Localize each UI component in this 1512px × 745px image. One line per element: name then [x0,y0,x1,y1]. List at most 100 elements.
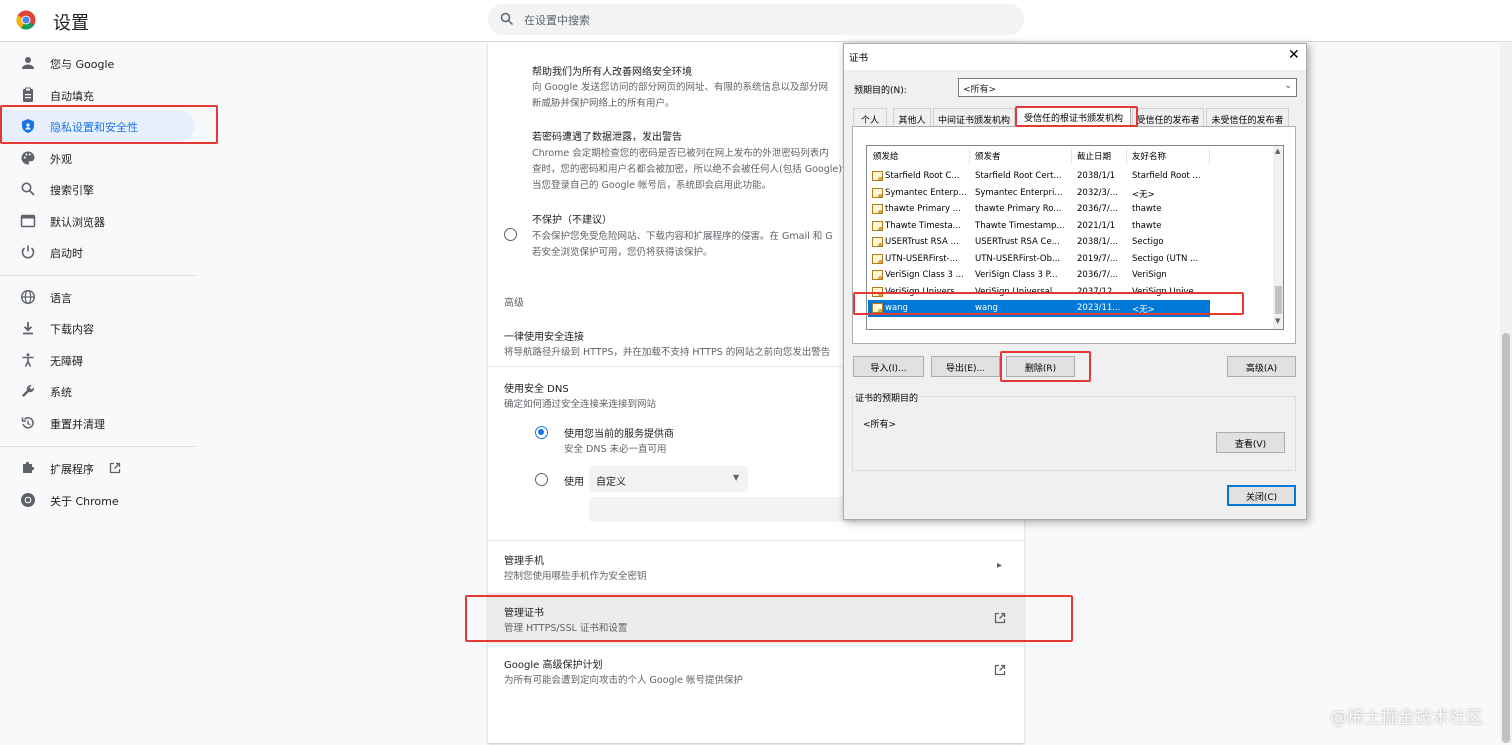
table-row[interactable]: UTN-USERFirst-... UTN-USERFirst-Ob... 2019… [868,251,1210,268]
cell-issued-to: thawte Primary ... [885,204,961,214]
help-improve-title: 帮助我们为所有人改善网络安全环境 [532,67,692,78]
dns-custom-radio[interactable] [535,473,548,486]
table-row[interactable]: Symantec Enterp... Symantec Enterpri... 20… [868,185,1210,202]
export-button[interactable]: 导出(E)... [931,356,1000,377]
sidebar-item-default-browser[interactable]: 默认浏览器 [0,205,195,237]
dns-provider-select[interactable]: 自定义 ▼ [589,466,748,492]
table-row[interactable]: Starfield Root C... Starfield Root Cert..… [868,168,1210,185]
cell-friendly: Sectigo (UTN ... [1132,253,1199,264]
table-row[interactable]: VeriSign Univers... VeriSign Universal ..… [868,284,1210,301]
chrome-logo-icon [16,10,36,30]
sidebar-item-appearance[interactable]: 外观 [0,142,195,174]
column-header-friendly-name[interactable]: 友好名称 [1132,150,1166,162]
cell-issued-to: VeriSign Univers... [885,286,963,297]
sidebar-item-you-and-google[interactable]: 您与 Google [0,47,195,79]
sidebar-item-search-engine[interactable]: 搜索引擎 [0,173,195,205]
sidebar-item-accessibility[interactable]: 无障碍 [0,344,195,376]
tab-trusted-publishers[interactable]: 受信任的发布者 [1132,108,1204,127]
cell-issuer: Thawte Timestamp... [975,220,1065,231]
scroll-down-icon[interactable]: ▼ [1275,317,1280,325]
sidebar-item-label: 语言 [50,292,72,305]
search-placeholder: 在设置中搜索 [524,14,590,27]
page-scrollbar-thumb[interactable] [1502,333,1510,743]
sidebar-item-languages[interactable]: 语言 [0,281,195,313]
wrench-icon [22,385,34,397]
certificate-icon [872,220,883,231]
cell-issuer: VeriSign Universal ... [975,286,1064,297]
sidebar-item-about-chrome[interactable]: 关于 Chrome [0,484,195,516]
tab-other-people[interactable]: 其他人 [893,108,931,127]
palette-icon [21,151,35,165]
dns-custom-input[interactable] [589,497,859,522]
sidebar-item-label: 无障碍 [50,355,83,368]
sidebar-item-label: 重置并清理 [50,418,105,431]
advanced-button[interactable]: 高级(A) [1227,356,1296,377]
column-header-issuer[interactable]: 颁发者 [975,150,1001,162]
sidebar-item-extensions[interactable]: 扩展程序 [0,452,195,484]
external-link-icon [994,664,1006,676]
column-header-expiration[interactable]: 截止日期 [1077,150,1111,162]
certificate-list[interactable]: 颁发给 颁发者 截止日期 友好名称 Starfield Root C... Sta… [866,145,1284,330]
chrome-icon [21,493,35,507]
manage-phones-row[interactable]: 管理手机 控制您使用哪些手机作为安全密钥 ▸ [488,541,1024,591]
tab-untrusted-publishers[interactable]: 未受信任的发布者 [1206,108,1289,127]
column-header-issued-to[interactable]: 颁发给 [873,150,899,162]
clipboard-icon [23,87,33,102]
sidebar-item-system[interactable]: 系统 [0,375,195,407]
cell-expires: 2036/7/... [1077,270,1118,280]
secure-dns-title: 使用安全 DNS [504,384,569,395]
sidebar-item-autofill[interactable]: 自动填充 [0,79,195,111]
dns-current-provider-radio[interactable] [535,426,548,439]
page-title: 设置 [53,13,89,34]
purpose-select[interactable]: <所有> ⌄ [958,78,1297,97]
sidebar-item-label: 自动填充 [50,90,94,103]
sidebar-item-on-startup[interactable]: 启动时 [0,236,195,268]
sidebar-item-privacy[interactable]: 隐私设置和安全性 [0,110,195,142]
table-row[interactable]: wang wang 2023/11... <无> [868,300,1210,317]
no-protection-radio[interactable] [504,228,517,241]
scroll-up-icon[interactable]: ▲ [1275,147,1280,155]
cell-expires: 2038/1/1 [1077,171,1116,181]
certificate-purposes-value: <所有> [863,420,897,430]
tab-trusted-root-ca[interactable]: 受信任的根证书颁发机构 [1016,106,1131,127]
page-scrollbar[interactable] [1500,43,1512,743]
sidebar-item-reset[interactable]: 重置并清理 [0,407,195,439]
table-row[interactable]: Thawte Timesta... Thawte Timestamp... 2021… [868,218,1210,235]
table-row[interactable]: USERTrust RSA ... USERTrust RSA Ce... 2038… [868,234,1210,251]
manage-certificates-row[interactable]: 管理证书 管理 HTTPS/SSL 证书和设置 [488,594,1024,644]
tab-intermediate-ca[interactable]: 中间证书颁发机构 [933,108,1015,127]
secure-dns-desc: 确定如何通过安全连接来连接到网站 [504,399,657,410]
list-scrollbar[interactable]: ▲ ▼ [1273,146,1283,329]
list-scrollbar-thumb[interactable] [1275,286,1282,314]
import-button[interactable]: 导入(I)... [853,356,924,377]
advanced-protection-desc: 为所有可能会遭到定向攻击的个人 Google 帐号提供保护 [504,675,744,686]
sidebar-item-label: 您与 Google [50,58,115,71]
advanced-section-header: 高级 [504,298,524,309]
cell-friendly: <无> [1132,189,1155,200]
shield-icon [22,119,34,133]
remove-button[interactable]: 删除(R) [1006,356,1075,377]
close-icon[interactable]: ✕ [1288,47,1300,63]
table-row[interactable]: VeriSign Class 3 ... VeriSign Class 3 P..… [868,267,1210,284]
cell-friendly: Sectigo [1132,237,1164,247]
tab-panel: 颁发给 颁发者 截止日期 友好名称 Starfield Root C... Sta… [852,126,1296,344]
sidebar-item-label: 启动时 [50,247,83,260]
cell-issued-to: Thawte Timesta... [885,220,961,231]
sidebar-item-downloads[interactable]: 下载内容 [0,312,195,344]
tab-personal[interactable]: 个人 [853,108,887,127]
close-button[interactable]: 关闭(C) [1227,485,1296,506]
search-input[interactable]: 在设置中搜索 [488,4,1024,35]
search-icon [21,182,35,196]
sidebar-item-label: 默认浏览器 [50,216,105,229]
view-button[interactable]: 查看(V) [1216,432,1285,453]
purpose-label: 预期目的(N): [854,86,907,96]
manage-phones-desc: 控制您使用哪些手机作为安全密钥 [504,571,647,582]
advanced-protection-row[interactable]: Google 高级保护计划 为所有可能会遭到定向攻击的个人 Google 帐号提… [488,646,1024,696]
cell-issuer: thawte Primary Ro... [975,204,1062,214]
table-row[interactable]: thawte Primary ... thawte Primary Ro... 20… [868,201,1210,218]
person-icon [22,57,34,69]
certificate-icon [872,204,883,214]
external-link-icon [994,612,1006,624]
top-bar: 设置 在设置中搜索 [0,0,1512,42]
column-divider [1209,148,1210,164]
